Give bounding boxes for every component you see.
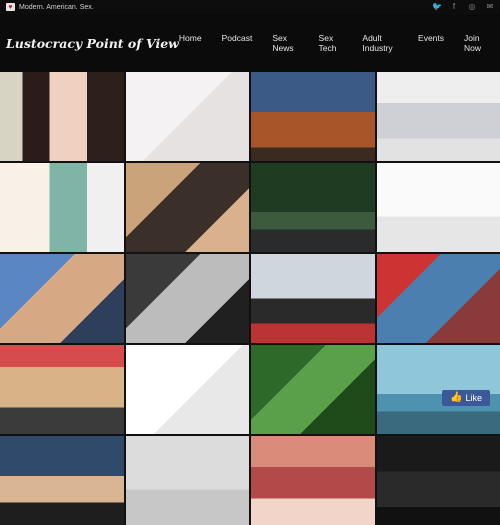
heart-logo-icon: ♥ (6, 3, 15, 11)
facebook-icon[interactable]: f (450, 3, 458, 11)
nav-item-home[interactable]: Home (179, 33, 202, 53)
heart-glyph: ♥ (8, 4, 12, 11)
like-badge: 👍 Like (442, 390, 490, 406)
top-bar: ♥ Modern. American. Sex. 🐦 f ◎ ✉ (0, 0, 500, 14)
grid-tile-18[interactable] (126, 436, 250, 525)
grid-tile-13[interactable] (0, 345, 124, 434)
grid-tile-8[interactable] (377, 163, 500, 252)
grid-tile-7[interactable] (251, 163, 375, 252)
nav-item-podcast[interactable]: Podcast (222, 33, 253, 53)
grid-tile-5[interactable] (0, 163, 124, 252)
instagram-icon[interactable]: ◎ (468, 3, 476, 11)
mail-icon[interactable]: ✉ (486, 3, 494, 11)
site-logo[interactable]: Lustocracy Point of View (6, 36, 179, 51)
grid-tile-17[interactable] (0, 436, 124, 525)
nav-item-sex-news[interactable]: Sex News (272, 33, 298, 53)
grid-tile-2[interactable] (126, 72, 250, 161)
grid-tile-20[interactable] (377, 436, 500, 525)
main-navigation: Lustocracy Point of View Home Podcast Se… (0, 14, 500, 72)
grid-tile-1[interactable] (0, 72, 124, 161)
tagline-group: ♥ Modern. American. Sex. (6, 3, 94, 11)
grid-tile-19[interactable] (251, 436, 375, 525)
tagline-text: Modern. American. Sex. (19, 4, 94, 11)
grid-tile-6[interactable] (126, 163, 250, 252)
twitter-icon[interactable]: 🐦 (432, 3, 440, 11)
nav-item-events[interactable]: Events (418, 33, 444, 53)
grid-tile-15[interactable] (251, 345, 375, 434)
thumbs-up-icon: 👍 (450, 393, 462, 403)
grid-tile-9[interactable] (0, 254, 124, 343)
nav-menu: Home Podcast Sex News Sex Tech Adult Ind… (179, 33, 494, 53)
grid-tile-4[interactable] (377, 72, 500, 161)
grid-tile-10[interactable] (126, 254, 250, 343)
nav-item-join-now[interactable]: Join Now (464, 33, 488, 53)
nav-item-adult-industry[interactable]: Adult Industry (362, 33, 398, 53)
like-badge-label: Like (465, 393, 482, 403)
grid-tile-16[interactable]: 👍 Like (377, 345, 500, 434)
photo-grid: 👍 Like (0, 72, 500, 500)
grid-tile-3[interactable] (251, 72, 375, 161)
social-icons: 🐦 f ◎ ✉ (432, 3, 494, 11)
grid-tile-12[interactable] (377, 254, 500, 343)
grid-tile-14[interactable] (126, 345, 250, 434)
nav-item-sex-tech[interactable]: Sex Tech (319, 33, 343, 53)
grid-tile-11[interactable] (251, 254, 375, 343)
